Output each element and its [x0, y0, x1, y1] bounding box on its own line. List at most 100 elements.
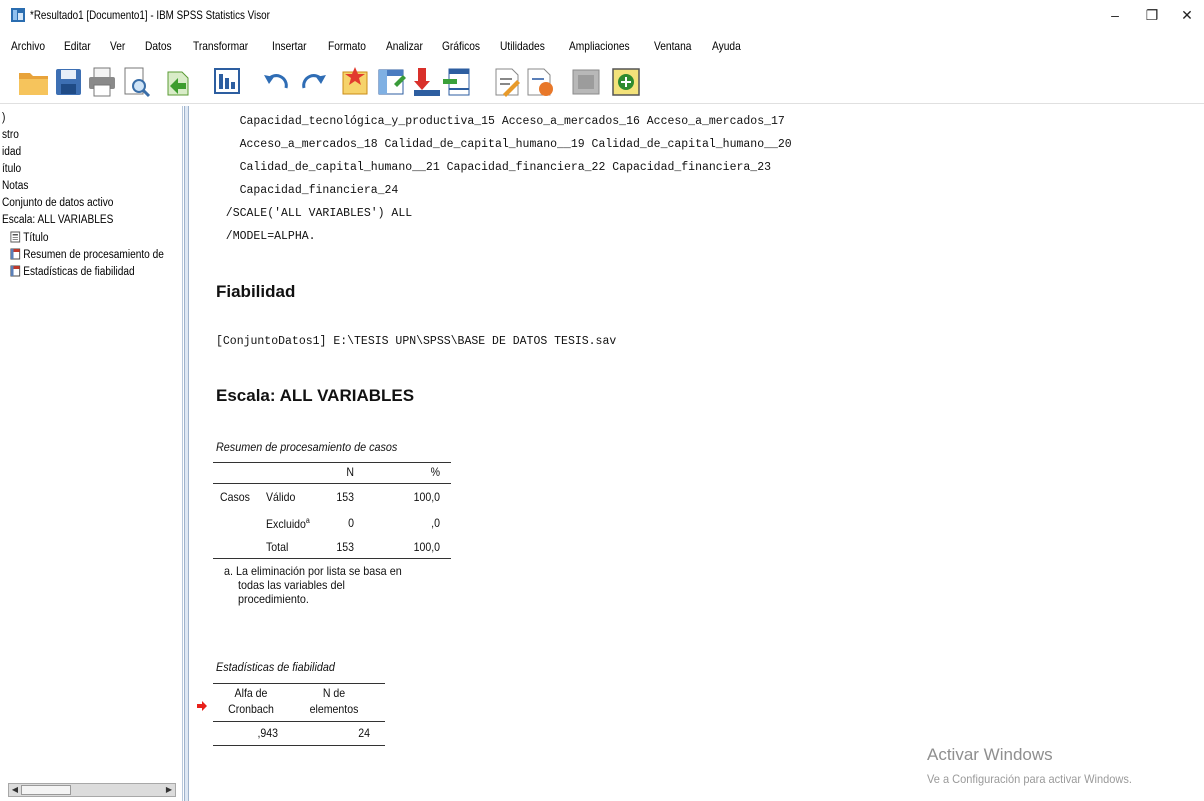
open-folder-icon[interactable]: [16, 64, 52, 100]
menu-utilidades[interactable]: Utilidades: [500, 39, 545, 53]
syntax-line: /MODEL=ALPHA.: [212, 230, 316, 243]
cell-cronbach-alpha: ,943: [257, 726, 278, 740]
print-preview-icon[interactable]: [118, 64, 154, 100]
outline-item-output[interactable]: ): [2, 112, 5, 124]
script-icon[interactable]: [522, 64, 558, 100]
scroll-left-icon[interactable]: ◀: [9, 784, 21, 796]
table-rule: [213, 745, 385, 746]
outline-horizontal-scrollbar[interactable]: ◀ ▶: [8, 783, 176, 797]
outline-item-title[interactable]: ítulo: [2, 163, 21, 175]
menu-bar: Archivo Editar Ver Datos Transformar Ins…: [0, 37, 1204, 57]
outline-label-title: Título: [23, 232, 49, 244]
menu-graficos[interactable]: Gráficos: [442, 39, 480, 53]
syntax-line: Calidad_de_capital_humano__21 Capacidad_…: [212, 161, 771, 174]
menu-ampliaciones[interactable]: Ampliaciones: [569, 39, 630, 53]
outline-label-case-summary: Resumen de procesamiento de: [23, 249, 164, 261]
outline-pane: ) stro idad ítulo Notas Conjunto de dato…: [0, 106, 183, 801]
menu-analizar[interactable]: Analizar: [386, 39, 423, 53]
goto-case-icon[interactable]: [338, 64, 374, 100]
heading-fiabilidad: Fiabilidad: [216, 282, 296, 301]
menu-insertar[interactable]: Insertar: [272, 39, 307, 53]
close-button[interactable]: ✕: [1172, 4, 1202, 26]
data-editor-icon[interactable]: [210, 64, 246, 100]
minimize-button[interactable]: –: [1100, 4, 1130, 26]
toolbar: [0, 58, 1204, 104]
cell-n-total: 153: [336, 540, 354, 554]
print-icon[interactable]: [84, 64, 120, 100]
designate-window-icon[interactable]: [608, 64, 644, 100]
menu-editar[interactable]: Editar: [64, 39, 91, 53]
selection-arrow-icon: [197, 701, 207, 711]
case-summary-caption: Resumen de procesamiento de casos: [216, 440, 398, 454]
table-rule: [213, 683, 385, 684]
syntax-line: Capacidad_tecnológica_y_productiva_15 Ac…: [212, 115, 785, 128]
window-title: *Resultado1 [Documento1] - IBM SPSS Stat…: [30, 8, 270, 22]
syntax-line: Acceso_a_mercados_18 Calidad_de_capital_…: [212, 138, 792, 151]
menu-formato[interactable]: Formato: [328, 39, 366, 53]
table-rule: [213, 483, 451, 484]
outline-item-case-summary[interactable]: Resumen de procesamiento de: [10, 248, 164, 261]
menu-ayuda[interactable]: Ayuda: [712, 39, 741, 53]
row-label-excluido: Excluidoa: [266, 516, 310, 531]
footnote-marker: a: [305, 516, 310, 525]
scrollbar-thumb[interactable]: [21, 785, 71, 795]
col-header-alpha-line2: Cronbach: [228, 702, 274, 716]
save-icon[interactable]: [50, 64, 86, 100]
reliability-caption: Estadísticas de fiabilidad: [216, 660, 335, 674]
cell-n-items: 24: [358, 726, 370, 740]
outline-item-log[interactable]: stro: [2, 129, 19, 141]
scroll-right-icon[interactable]: ▶: [163, 784, 175, 796]
output-content-pane: Capacidad_tecnológica_y_productiva_15 Ac…: [190, 106, 1204, 801]
spss-app-icon: [11, 8, 25, 22]
syntax-line: /SCALE('ALL VARIABLES') ALL: [212, 207, 413, 220]
cell-pct-excluido: ,0: [431, 516, 440, 530]
menu-archivo[interactable]: Archivo: [11, 39, 45, 53]
title-doc-icon: [10, 231, 21, 243]
export-icon[interactable]: [160, 64, 196, 100]
redo-icon[interactable]: [296, 64, 332, 100]
footnote-line: a. La eliminación por lista se basa en: [224, 564, 402, 578]
table-rule: [213, 721, 385, 722]
menu-transformar[interactable]: Transformar: [193, 39, 248, 53]
outline-item-reliability[interactable]: idad: [2, 146, 21, 158]
row-group-casos: Casos: [220, 490, 250, 504]
menu-ventana[interactable]: Ventana: [654, 39, 691, 53]
syntax-line: Capacidad_financiera_24: [212, 184, 399, 197]
title-bar: *Resultado1 [Documento1] - IBM SPSS Stat…: [0, 0, 1204, 30]
cell-pct-total: 100,0: [413, 540, 440, 554]
activation-watermark-text: Ve a Configuración para activar Windows.: [927, 772, 1132, 786]
outline-item-active-dataset[interactable]: Conjunto de datos activo: [2, 197, 113, 209]
outline-item-scale-title[interactable]: Título: [10, 231, 49, 244]
menu-datos[interactable]: Datos: [145, 39, 172, 53]
disabled-tool-icon[interactable]: [568, 64, 604, 100]
col-header-n: N: [346, 465, 354, 479]
col-header-items-line2: elementos: [309, 702, 359, 716]
pane-splitter[interactable]: [184, 106, 189, 801]
col-header-items-line1: N de: [322, 686, 346, 700]
col-header-pct: %: [430, 465, 440, 479]
col-header-alpha-line1: Alfa de: [234, 686, 268, 700]
outline-item-scale[interactable]: Escala: ALL VARIABLES: [2, 214, 113, 226]
syntax-icon[interactable]: [488, 64, 524, 100]
cell-n-valido: 153: [336, 490, 354, 504]
activation-watermark-title: Activar Windows: [927, 745, 1053, 764]
cell-n-excluido: 0: [348, 516, 354, 530]
outline-item-reliability-stats[interactable]: Estadísticas de fiabilidad: [10, 265, 135, 278]
footnote-line: procedimiento.: [238, 592, 309, 606]
footnote-line: todas las variables del: [238, 578, 345, 592]
cell-pct-valido: 100,0: [413, 490, 440, 504]
undo-icon[interactable]: [258, 64, 294, 100]
row-label-valido: Válido: [266, 490, 296, 504]
table-rule: [213, 462, 451, 463]
pivot-table-icon: [10, 265, 21, 277]
pivot-table-icon: [10, 248, 21, 260]
outline-label-reliability-stats: Estadísticas de fiabilidad: [23, 266, 135, 278]
heading-escala: Escala: ALL VARIABLES: [216, 386, 415, 405]
maximize-button[interactable]: ❐: [1137, 4, 1167, 26]
dataset-path: [ConjuntoDatos1] E:\TESIS UPN\SPSS\BASE …: [216, 335, 617, 348]
outline-item-notes[interactable]: Notas: [2, 180, 28, 192]
variables-icon[interactable]: [374, 64, 410, 100]
excluido-label: Excluido: [266, 517, 306, 531]
menu-ver[interactable]: Ver: [110, 39, 125, 53]
insert-variable-icon[interactable]: [440, 64, 476, 100]
